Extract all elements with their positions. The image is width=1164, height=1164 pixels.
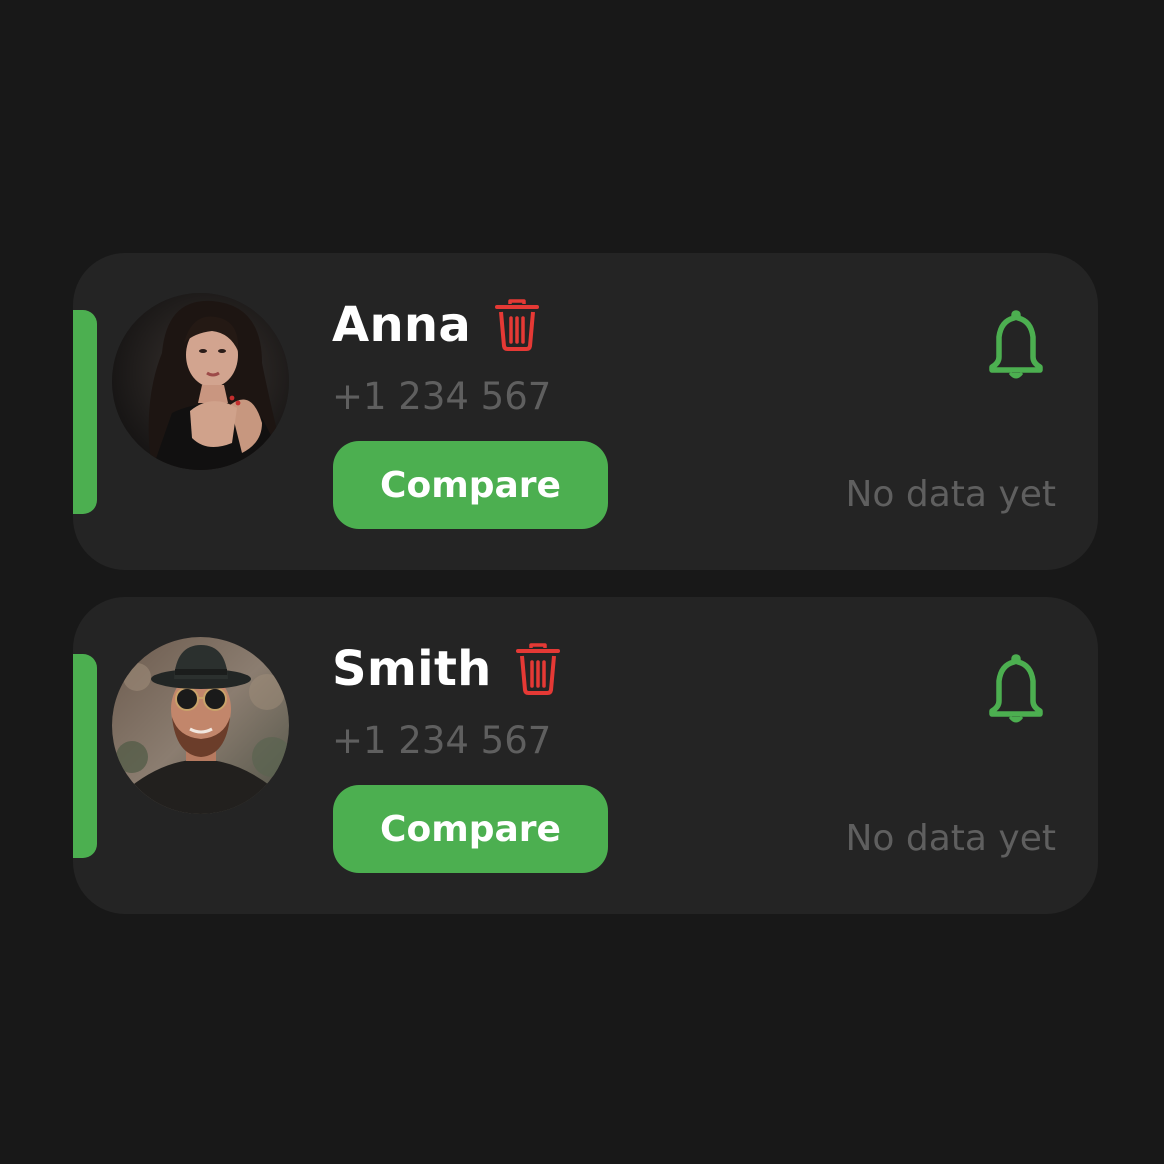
phone-number: +1 234 567	[332, 375, 552, 418]
card-accent-bar	[73, 310, 97, 514]
bell-icon[interactable]	[985, 309, 1047, 381]
name-row: Smith	[332, 639, 560, 699]
avatar[interactable]	[112, 637, 289, 814]
trash-icon[interactable]	[515, 643, 560, 695]
contacts-screen: Anna +1 234 567 Compare No data yet Smit…	[0, 0, 1164, 1164]
trash-icon[interactable]	[495, 299, 540, 351]
card-accent-bar	[73, 654, 97, 858]
bell-icon[interactable]	[985, 653, 1047, 725]
contact-name: Anna	[332, 297, 472, 353]
avatar[interactable]	[112, 293, 289, 470]
contact-card: Anna +1 234 567 Compare No data yet	[73, 253, 1098, 570]
phone-number: +1 234 567	[332, 719, 552, 762]
contact-card: Smith +1 234 567 Compare No data yet	[73, 597, 1098, 914]
compare-button[interactable]: Compare	[333, 785, 608, 873]
name-row: Anna	[332, 295, 540, 355]
status-text: No data yet	[845, 474, 1057, 515]
status-text: No data yet	[845, 818, 1057, 859]
contact-name: Smith	[332, 641, 492, 697]
compare-button[interactable]: Compare	[333, 441, 608, 529]
